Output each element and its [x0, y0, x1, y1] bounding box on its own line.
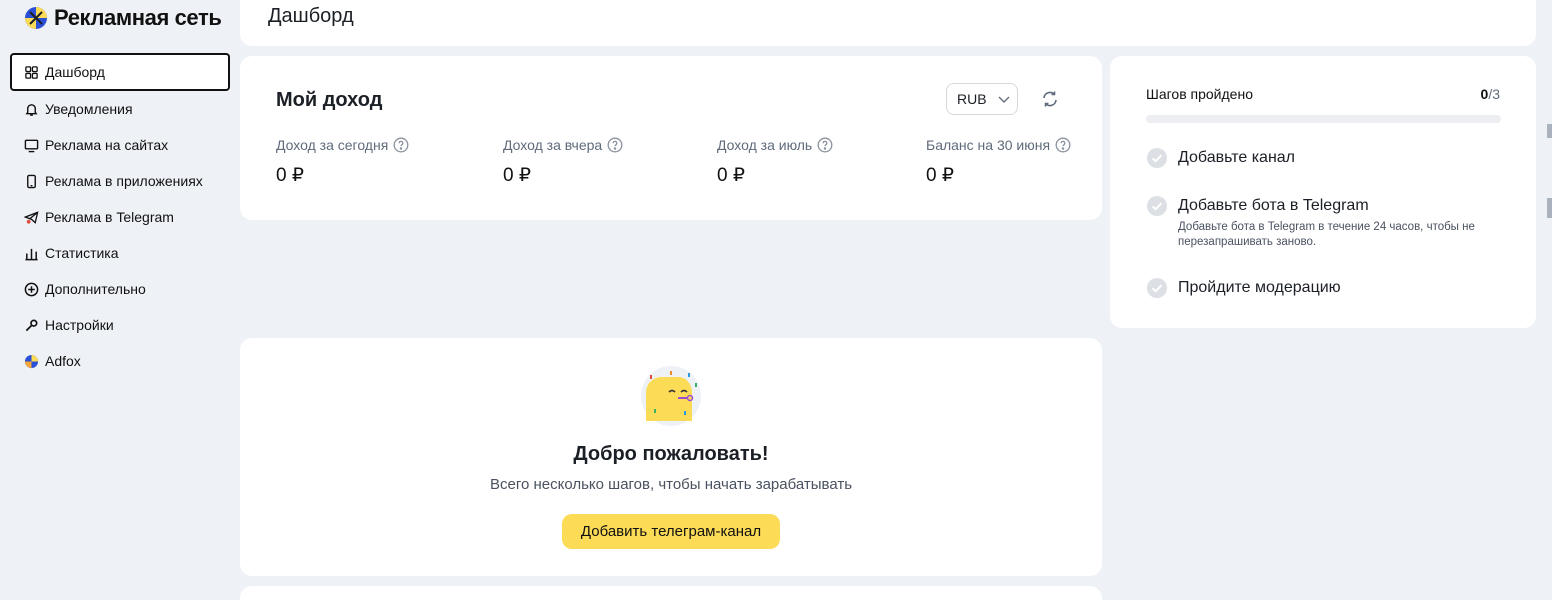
plus-circle-icon	[23, 281, 39, 297]
check-circle-icon	[1147, 148, 1167, 168]
nav-item-apps[interactable]: Реклама в приложениях	[10, 163, 230, 199]
chevron-down-icon	[998, 96, 1010, 104]
steps-heading: Шагов пройдено	[1146, 86, 1253, 102]
help-icon[interactable]	[393, 137, 409, 153]
nav-item-more[interactable]: Дополнительно	[10, 271, 230, 307]
stat-label: Баланс на 30 июня	[926, 137, 1051, 153]
nav-item-sites[interactable]: Реклама на сайтах	[10, 127, 230, 163]
help-icon[interactable]	[607, 137, 623, 153]
nav-item-label: Реклама в Telegram	[45, 209, 174, 225]
nav-item-label: Adfox	[45, 353, 81, 369]
currency-select[interactable]: RUB	[946, 83, 1018, 115]
stat-value: 0 ₽	[276, 165, 304, 186]
logo-text: Рекламная сеть	[54, 5, 222, 30]
nav-item-telegram[interactable]: Реклама в Telegram	[10, 199, 230, 235]
scroll-edge-mark	[1547, 198, 1552, 218]
steps-counter: 0/3	[1481, 86, 1500, 102]
stat-month: Доход за июль 0 ₽	[717, 137, 833, 187]
stat-label: Доход за вчера	[503, 137, 603, 153]
check-circle-icon	[1147, 278, 1167, 298]
check-circle-icon	[1147, 196, 1167, 216]
nav-item-label: Дашборд	[45, 64, 105, 80]
stat-value: 0 ₽	[503, 165, 531, 186]
nav-item-label: Уведомления	[45, 101, 133, 117]
step-title: Пройдите модерацию	[1178, 279, 1341, 296]
step-item[interactable]: Добавьте бота в Telegram Добавьте бота в…	[1146, 195, 1496, 250]
stat-value: 0 ₽	[926, 165, 954, 186]
nav-item-label: Реклама в приложениях	[45, 173, 203, 189]
page-title: Дашборд	[268, 5, 354, 27]
step-description: Добавьте бота в Telegram в течение 24 ча…	[1178, 221, 1475, 248]
steps-total: /3	[1488, 86, 1500, 102]
refresh-icon[interactable]	[1040, 89, 1060, 109]
stat-label: Доход за сегодня	[276, 137, 389, 153]
welcome-title: Добро пожаловать!	[573, 443, 769, 465]
currency-value: RUB	[957, 91, 987, 107]
nav-item-statistics[interactable]: Статистика	[10, 235, 230, 271]
stat-balance: Баланс на 30 июня 0 ₽	[926, 137, 1071, 187]
step-title: Добавьте бота в Telegram	[1178, 197, 1369, 214]
bar-chart-icon	[23, 245, 39, 261]
adfox-icon	[23, 353, 39, 369]
nav-item-settings[interactable]: Настройки	[10, 307, 230, 343]
nav-item-notifications[interactable]: Уведомления	[10, 91, 230, 127]
stat-label: Доход за июль	[717, 137, 813, 153]
nav-item-label: Реклама на сайтах	[45, 137, 169, 153]
nav-item-label: Настройки	[45, 317, 114, 333]
welcome-subtitle: Всего несколько шагов, чтобы начать зара…	[489, 476, 853, 493]
step-title: Добавьте канал	[1178, 149, 1296, 166]
nav-item-label: Статистика	[45, 245, 119, 261]
wrench-icon	[23, 317, 39, 333]
nav-item-dashboard[interactable]: Дашборд	[10, 53, 230, 91]
steps-progress-bar	[1146, 115, 1501, 123]
app-logo[interactable]: Рекламная сеть	[24, 5, 222, 31]
step-item[interactable]: Пройдите модерацию	[1146, 277, 1341, 299]
bell-icon	[23, 101, 39, 117]
monitor-icon	[23, 137, 39, 153]
nav-item-label: Дополнительно	[45, 281, 146, 297]
phone-icon	[23, 173, 39, 189]
party-emoji-icon	[641, 366, 701, 426]
stat-value: 0 ₽	[717, 165, 745, 186]
stat-today: Доход за сегодня 0 ₽	[276, 137, 409, 187]
sidebar: Рекламная сеть Дашборд Уведомления Рекла…	[0, 0, 236, 600]
telegram-icon	[23, 209, 39, 225]
nav-item-adfox[interactable]: Adfox	[10, 343, 230, 379]
logo-icon	[25, 7, 47, 29]
page-header: Дашборд	[240, 0, 1536, 46]
onboarding-steps-card: Шагов пройдено 0/3 Добавьте канал Добавь…	[1110, 56, 1536, 328]
scroll-edge-mark	[1547, 124, 1552, 138]
welcome-card: Добро пожаловать! Всего несколько шагов,…	[240, 338, 1102, 576]
income-card: Мой доход RUB Доход за сегодня 0 ₽ Доход…	[240, 56, 1102, 220]
help-icon[interactable]	[817, 137, 833, 153]
stat-yesterday: Доход за вчера 0 ₽	[503, 137, 623, 187]
help-icon[interactable]	[1055, 137, 1071, 153]
grid-icon	[23, 64, 39, 80]
step-item[interactable]: Добавьте канал	[1146, 147, 1295, 169]
main-nav: Дашборд Уведомления Реклама на сайтах Ре…	[10, 53, 230, 379]
add-telegram-channel-button[interactable]: Добавить телеграм-канал	[562, 514, 780, 549]
income-title: Мой доход	[276, 89, 383, 111]
next-card	[240, 586, 1102, 600]
